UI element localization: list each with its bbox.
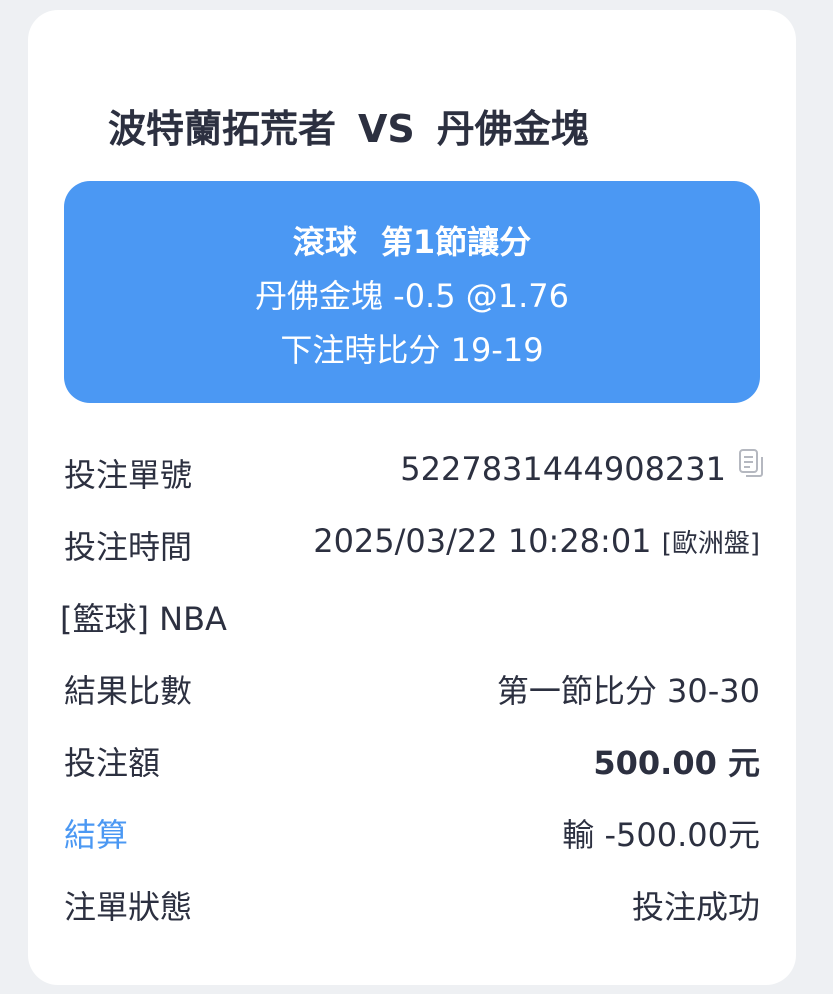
away-team: 丹佛金塊 xyxy=(436,107,589,151)
result-row: 結果比數 第一節比分 30-30 xyxy=(64,666,760,714)
status-value: 投注成功 xyxy=(631,888,760,926)
league-label: [籃球] NBA xyxy=(60,600,227,638)
order-number-label: 投注單號 xyxy=(64,456,193,494)
match-title: 波特蘭拓荒者 VS 丹佛金塊 xyxy=(108,98,589,153)
bet-time-label: 投注時間 xyxy=(64,528,193,566)
status-row: 注單狀態 投注成功 xyxy=(64,882,760,930)
bet-market-line: 滾球 第1節讓分 xyxy=(64,217,760,263)
home-team: 波特蘭拓荒者 xyxy=(108,107,337,151)
bet-selection: 丹佛金塊 -0.5 @1.76 xyxy=(254,277,570,315)
bet-selection-banner: 滾球 第1節讓分 丹佛金塊 -0.5 @1.76 下注時比分 19-19 xyxy=(64,181,760,403)
copy-icon[interactable] xyxy=(738,448,764,486)
order-number-value-wrap: 5227831444908231 xyxy=(400,448,764,490)
play-type: 滾球 xyxy=(292,223,357,261)
order-number-value: 5227831444908231 xyxy=(400,450,726,488)
bet-time-value-wrap: 2025/03/22 10:28:01 [歐洲盤] xyxy=(313,522,760,560)
league-row: [籃球] NBA xyxy=(60,594,760,642)
status-label: 注單狀態 xyxy=(64,888,193,926)
stake-label: 投注額 xyxy=(64,744,161,782)
bet-time-row: 投注時間 2025/03/22 10:28:01 [歐洲盤] xyxy=(64,522,760,570)
bet-detail-card: 波特蘭拓荒者 VS 丹佛金塊 滾球 第1節讓分 丹佛金塊 -0.5 @1.76 下注時… xyxy=(28,10,796,985)
order-number-row: 投注單號 5227831444908231 xyxy=(64,449,763,498)
settlement-row: 結算 輸 -500.00元 xyxy=(64,810,760,858)
stake-value: 500.00 元 xyxy=(593,744,760,782)
odds-type-tag: [歐洲盤] xyxy=(661,529,760,559)
settlement-link[interactable]: 結算 xyxy=(64,810,128,856)
settlement-value: 輸 -500.00元 xyxy=(562,816,760,854)
vs-label: VS xyxy=(358,107,415,151)
market-name: 第1節讓分 xyxy=(380,223,532,261)
result-value: 第一節比分 30-30 xyxy=(496,672,760,710)
bet-time-value: 2025/03/22 10:28:01 xyxy=(313,522,652,560)
result-label: 結果比數 xyxy=(64,672,193,710)
score-at-bet: 下注時比分 19-19 xyxy=(280,331,544,369)
stake-row: 投注額 500.00 元 xyxy=(64,738,760,786)
